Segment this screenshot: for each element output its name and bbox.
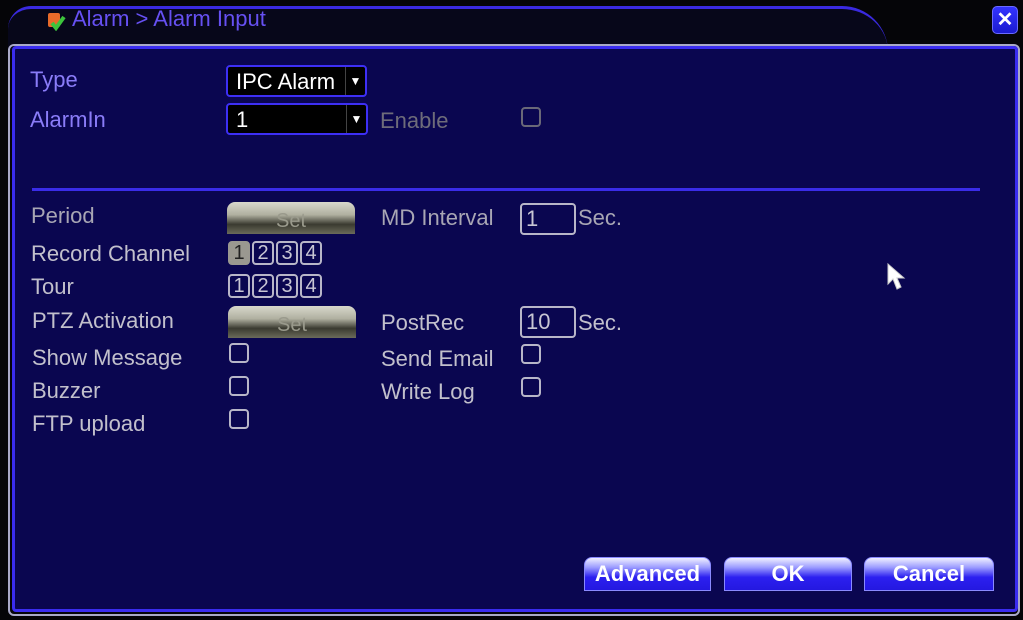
enable-label: Enable — [380, 108, 449, 133]
buzzer-label: Buzzer — [32, 378, 101, 403]
write-log-checkbox[interactable] — [521, 377, 541, 397]
type-value: IPC Alarm — [236, 69, 336, 94]
md-interval-unit: Sec. — [578, 205, 623, 230]
period-set-button[interactable]: Set — [227, 202, 355, 234]
md-interval-label: MD Interval — [381, 205, 494, 230]
show-message-label: Show Message — [32, 345, 183, 370]
record-channel-4[interactable]: 4 — [300, 241, 322, 265]
ptz-activation-set-button[interactable]: Set — [228, 306, 356, 338]
close-icon: ✕ — [996, 9, 1014, 31]
ptz-activation-label: PTZ Activation — [32, 308, 174, 333]
alarm-app-icon — [48, 13, 66, 31]
tour-channel-2[interactable]: 2 — [252, 274, 274, 298]
mouse-pointer-icon — [887, 262, 906, 290]
alarm-in-label: AlarmIn — [30, 107, 106, 132]
post-rec-unit: Sec. — [578, 310, 623, 335]
buzzer-checkbox[interactable] — [229, 376, 249, 396]
tour-label: Tour — [31, 274, 74, 299]
chevron-down-icon: ▼ — [346, 105, 366, 133]
record-channel-label: Record Channel — [31, 241, 190, 266]
tour-channel-1[interactable]: 1 — [228, 274, 250, 298]
ok-button[interactable]: OK — [724, 557, 852, 591]
tour-channel-selector: 1 2 3 4 — [228, 274, 322, 298]
close-button[interactable]: ✕ — [992, 6, 1018, 34]
ftp-upload-label: FTP upload — [32, 411, 146, 436]
alarm-in-value: 1 — [236, 107, 249, 132]
record-channel-3[interactable]: 3 — [276, 241, 298, 265]
enable-checkbox[interactable] — [521, 107, 541, 127]
period-label: Period — [31, 203, 95, 228]
record-channel-2[interactable]: 2 — [252, 241, 274, 265]
chevron-down-icon: ▼ — [345, 67, 365, 95]
write-log-label: Write Log — [381, 379, 475, 404]
tour-channel-3[interactable]: 3 — [276, 274, 298, 298]
type-label: Type — [30, 67, 78, 92]
window-title: Alarm > Alarm Input — [72, 6, 266, 31]
alarm-in-select[interactable]: 1 ▼ — [226, 103, 368, 135]
tour-channel-4[interactable]: 4 — [300, 274, 322, 298]
send-email-label: Send Email — [381, 346, 494, 371]
post-rec-label: PostRec — [381, 310, 465, 335]
advanced-button[interactable]: Advanced — [584, 557, 711, 591]
md-interval-input[interactable]: 1 — [520, 203, 576, 235]
post-rec-input[interactable]: 10 — [520, 306, 576, 338]
send-email-checkbox[interactable] — [521, 344, 541, 364]
type-select[interactable]: IPC Alarm ▼ — [226, 65, 367, 97]
record-channel-selector: 1 2 3 4 — [228, 241, 322, 265]
section-divider — [32, 188, 980, 191]
record-channel-1[interactable]: 1 — [228, 241, 250, 265]
cancel-button[interactable]: Cancel — [864, 557, 994, 591]
ftp-upload-checkbox[interactable] — [229, 409, 249, 429]
show-message-checkbox[interactable] — [229, 343, 249, 363]
